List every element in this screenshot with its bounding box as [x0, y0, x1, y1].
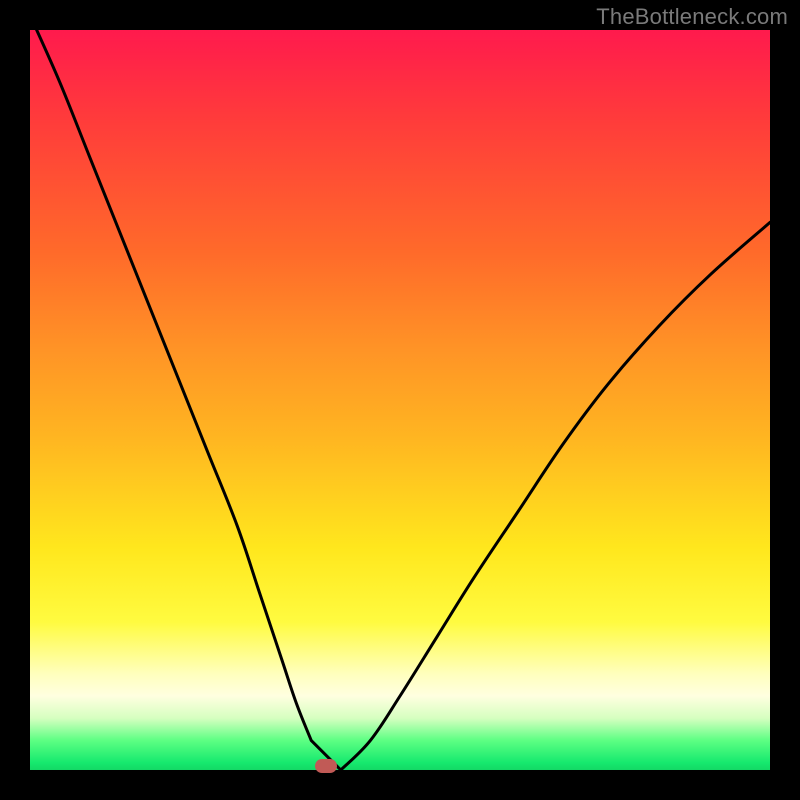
watermark-text: TheBottleneck.com	[596, 4, 788, 30]
bottleneck-curve	[30, 30, 770, 770]
plot-area	[30, 30, 770, 770]
chart-frame: TheBottleneck.com	[0, 0, 800, 800]
optimal-marker	[315, 759, 337, 773]
